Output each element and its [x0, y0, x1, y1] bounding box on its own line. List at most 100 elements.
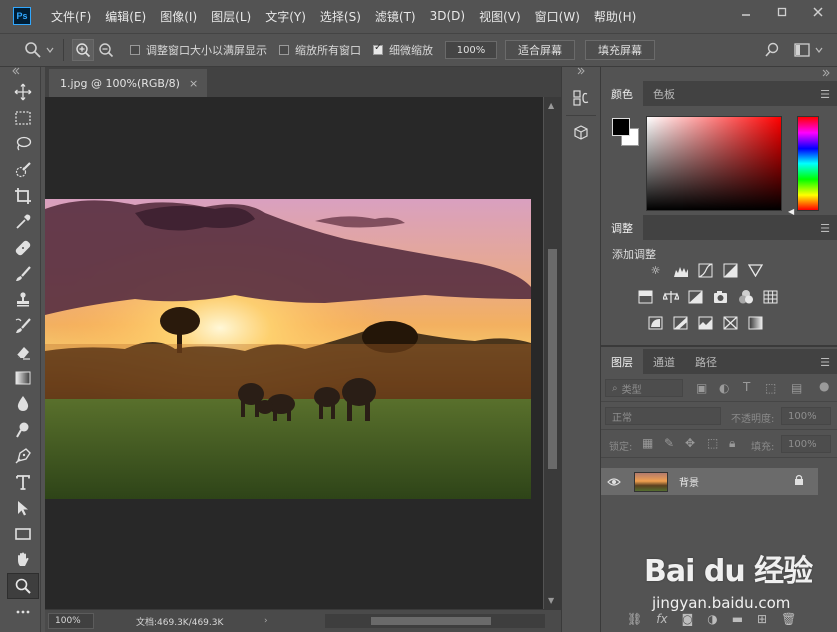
collapse-right-dock-icon[interactable]	[601, 67, 837, 81]
layer-filter-kind-select[interactable]: ⌕ 类型	[605, 379, 683, 397]
black-white-icon[interactable]	[687, 288, 704, 305]
scroll-down-icon[interactable]: ▼	[548, 596, 554, 605]
eyedropper-tool[interactable]	[7, 209, 39, 235]
vibrance-icon[interactable]	[747, 262, 764, 279]
hue-slider[interactable]	[797, 116, 819, 211]
history-brush-tool[interactable]	[7, 313, 39, 339]
clone-stamp-tool[interactable]	[7, 287, 39, 313]
menu-type[interactable]: 文字(Y)	[265, 8, 306, 25]
marquee-tool[interactable]	[7, 105, 39, 131]
canvas[interactable]	[45, 97, 543, 609]
dodge-tool[interactable]	[7, 417, 39, 443]
panel-menu-icon[interactable]: ☰	[820, 356, 830, 369]
pen-tool[interactable]	[7, 443, 39, 469]
brightness-contrast-icon[interactable]: ☼	[647, 262, 664, 279]
crop-tool[interactable]	[7, 183, 39, 209]
close-tab-icon[interactable]: ×	[189, 77, 198, 90]
3d-panel-button[interactable]	[562, 116, 600, 150]
hue-saturation-icon[interactable]	[637, 288, 654, 305]
tab-swatches[interactable]: 色板	[643, 81, 685, 106]
channel-mixer-icon[interactable]	[737, 288, 754, 305]
layer-name[interactable]: 背景	[679, 474, 699, 489]
path-selection-tool[interactable]	[7, 495, 39, 521]
selective-color-icon[interactable]	[722, 314, 739, 331]
filter-smart-object-icon[interactable]: ▤	[791, 381, 802, 395]
tab-layers[interactable]: 图层	[601, 349, 643, 374]
more-tools[interactable]	[7, 599, 39, 625]
adjustment-layer-icon[interactable]: ◑	[707, 612, 717, 626]
history-panel-button[interactable]	[562, 81, 600, 115]
menu-window[interactable]: 窗口(W)	[535, 8, 580, 25]
healing-brush-tool[interactable]	[7, 235, 39, 261]
menu-view[interactable]: 视图(V)	[479, 8, 521, 25]
levels-icon[interactable]	[672, 262, 689, 279]
layer-lock-icon[interactable]	[794, 474, 804, 489]
blend-mode-select[interactable]: 正常	[605, 407, 721, 425]
scroll-up-icon[interactable]: ▲	[548, 101, 554, 110]
opacity-field[interactable]: 100%	[781, 407, 831, 425]
status-zoom-field[interactable]: 100%	[48, 613, 94, 629]
brush-tool[interactable]	[7, 261, 39, 287]
foreground-color-swatch[interactable]	[612, 118, 630, 136]
eraser-tool[interactable]	[7, 339, 39, 365]
zoom-tool-preset[interactable]	[24, 41, 55, 59]
curves-icon[interactable]	[697, 262, 714, 279]
horizontal-scrollbar[interactable]	[325, 614, 545, 628]
gradient-tool[interactable]	[7, 365, 39, 391]
close-window-button[interactable]	[805, 2, 831, 22]
layer-row-background[interactable]: 背景	[601, 468, 818, 495]
zoom-out-button[interactable]	[98, 42, 114, 58]
document-tab[interactable]: 1.jpg @ 100%(RGB/8) ×	[49, 69, 207, 97]
minimize-button[interactable]	[733, 2, 759, 22]
fill-screen-button[interactable]: 填充屏幕	[585, 40, 655, 60]
tab-paths[interactable]: 路径	[685, 349, 727, 374]
zoom-in-button[interactable]	[72, 39, 94, 61]
tab-channels[interactable]: 通道	[643, 349, 685, 374]
collapse-dock-icon[interactable]	[562, 67, 600, 81]
group-icon[interactable]: ▬	[732, 612, 743, 626]
vertical-scrollbar[interactable]: ▲ ▼	[544, 97, 561, 609]
resize-windows-checkbox[interactable]: 调整窗口大小以满屏显示	[130, 42, 267, 58]
exposure-icon[interactable]	[722, 262, 739, 279]
filter-adjustment-icon[interactable]: ◐	[719, 381, 729, 395]
photo-filter-icon[interactable]	[712, 288, 729, 305]
scrubby-zoom-checkbox[interactable]: 细微缩放	[373, 42, 433, 58]
menu-layer[interactable]: 图层(L)	[211, 8, 251, 25]
zoom-percent-field[interactable]: 100%	[445, 41, 497, 59]
filter-type-icon[interactable]: T	[743, 380, 750, 394]
trash-icon[interactable]: 🗑︎	[781, 612, 796, 626]
panel-menu-icon[interactable]: ☰	[820, 222, 830, 235]
gradient-map-icon[interactable]	[747, 314, 764, 331]
eye-visibility-icon[interactable]	[601, 477, 627, 487]
color-balance-icon[interactable]	[662, 288, 679, 305]
type-tool[interactable]	[7, 469, 39, 495]
collapse-toolbar-icon[interactable]	[7, 67, 40, 79]
color-lookup-icon[interactable]	[762, 288, 779, 305]
posterize-icon[interactable]	[672, 314, 689, 331]
menu-file[interactable]: 文件(F)	[51, 8, 91, 25]
status-menu-arrow-icon[interactable]: ›	[264, 616, 268, 626]
lock-position-icon[interactable]: ✥	[685, 436, 695, 450]
saturation-value-field[interactable]	[646, 116, 782, 211]
lock-image-icon[interactable]: ✎	[664, 436, 674, 450]
new-layer-icon[interactable]: ⊞	[757, 612, 767, 626]
hand-tool[interactable]	[7, 547, 39, 573]
tab-adjustments[interactable]: 调整	[601, 215, 643, 240]
fill-field[interactable]: 100%	[781, 435, 831, 453]
link-icon[interactable]: ⛓︎	[627, 612, 642, 626]
menu-select[interactable]: 选择(S)	[320, 8, 361, 25]
filter-pixel-icon[interactable]: ▣	[696, 381, 707, 395]
quick-selection-tool[interactable]	[7, 157, 39, 183]
lock-all-icon[interactable]: 🔒︎	[729, 436, 735, 451]
invert-icon[interactable]	[647, 314, 664, 331]
filter-shape-icon[interactable]: ⬚	[765, 381, 776, 395]
search-button[interactable]	[764, 42, 780, 58]
workspace-switcher[interactable]	[794, 43, 824, 57]
menu-filter[interactable]: 滤镜(T)	[375, 8, 416, 25]
zoom-all-windows-checkbox[interactable]: 缩放所有窗口	[279, 42, 361, 58]
tab-color[interactable]: 颜色	[601, 81, 643, 106]
blur-tool[interactable]	[7, 391, 39, 417]
lock-artboard-icon[interactable]: ⬚	[707, 436, 718, 450]
menu-image[interactable]: 图像(I)	[160, 8, 197, 25]
vertical-scroll-thumb[interactable]	[548, 249, 557, 469]
